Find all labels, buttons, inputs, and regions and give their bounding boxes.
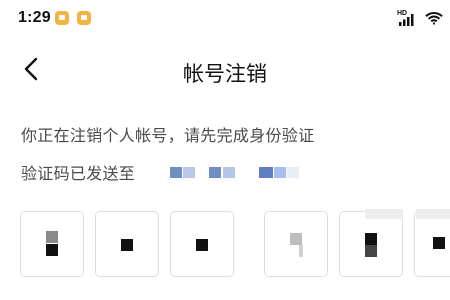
page-header: 帐号注销 (0, 45, 450, 93)
verification-code-box[interactable] (20, 211, 84, 277)
masked-phone-number (161, 164, 301, 180)
code-digit (121, 231, 133, 257)
page-title: 帐号注销 (183, 62, 267, 86)
verification-code-box[interactable] (264, 211, 328, 277)
code-digit (290, 231, 303, 257)
status-bar: 1:29 HD (0, 0, 450, 40)
signal-icon (399, 14, 414, 26)
code-digit (46, 231, 58, 257)
wifi-icon (425, 12, 443, 25)
verification-code-box[interactable] (339, 211, 403, 277)
verification-code-box[interactable] (95, 211, 159, 277)
app-notification-icon (77, 11, 91, 25)
blurred-area (365, 209, 403, 219)
code-digit (365, 231, 377, 257)
blurred-area (416, 209, 450, 219)
verification-code-box[interactable] (414, 211, 450, 277)
code-digit (433, 231, 445, 257)
code-digit (196, 231, 208, 257)
info-text: 你正在注销个人帐号，请先完成身份验证 (21, 126, 315, 145)
app-notification-icon (55, 11, 69, 25)
verification-sent-text: 验证码已发送至 (21, 164, 136, 183)
verification-code-box[interactable] (170, 211, 234, 277)
status-time: 1:29 (18, 9, 51, 26)
